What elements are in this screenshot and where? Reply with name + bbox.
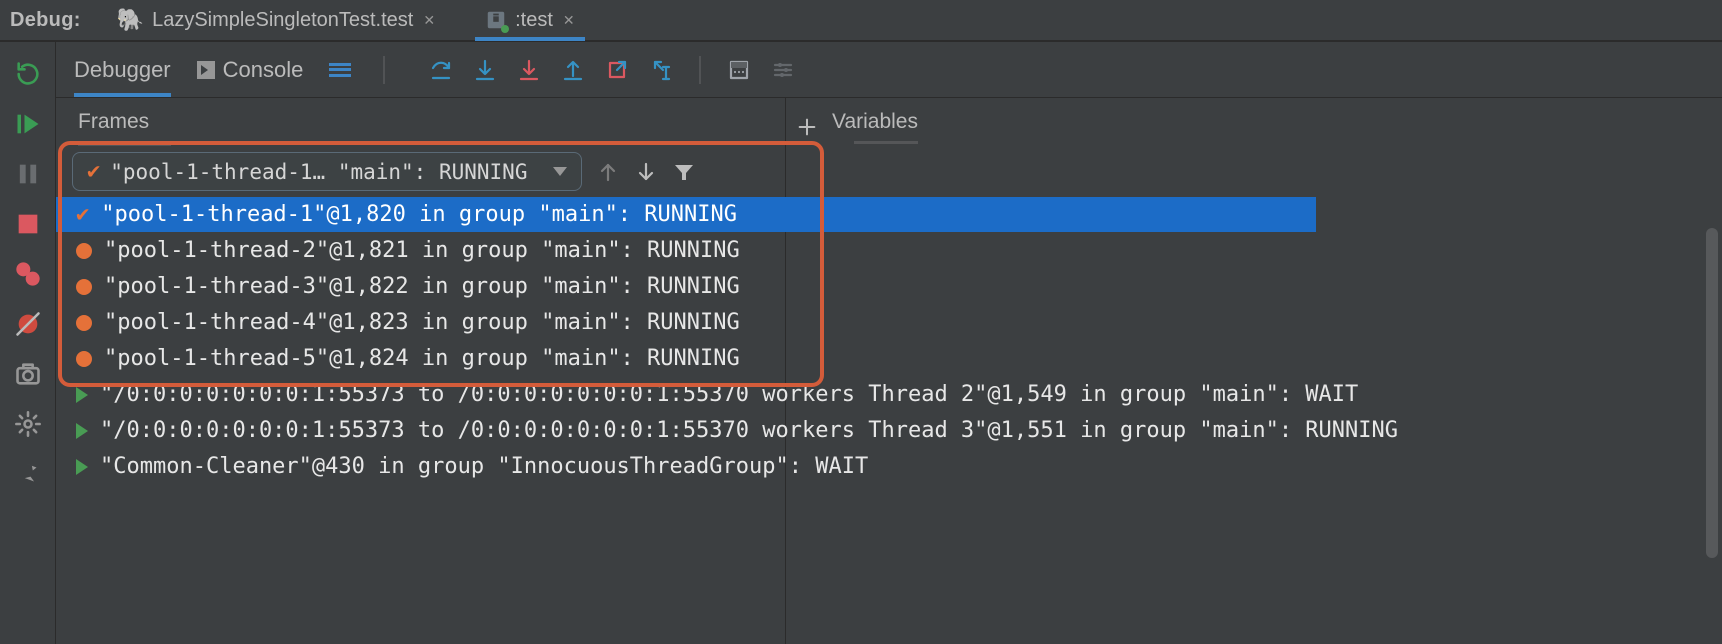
drop-frame-button[interactable] (605, 58, 629, 82)
separator (383, 56, 385, 84)
console-label: Console (223, 57, 304, 83)
console-icon (197, 61, 215, 79)
stop-button[interactable] (14, 210, 42, 238)
step-out-button[interactable] (561, 58, 585, 82)
filter-button[interactable] (672, 160, 696, 184)
run-to-cursor-button[interactable] (649, 58, 673, 82)
view-breakpoints-button[interactable] (14, 260, 42, 288)
variables-title: Variables (832, 110, 918, 144)
tab-debugger[interactable]: Debugger (74, 57, 171, 83)
debug-label: Debug: (10, 9, 81, 32)
tab-label: LazySimpleSingletonTest.test (152, 9, 413, 32)
debug-main: Debugger Console (56, 42, 1722, 644)
debug-gutter (0, 42, 56, 644)
thread-row[interactable]: "pool-1-thread-2"@1,821 in group "main":… (56, 233, 1316, 268)
breakpoint-dot-icon (76, 243, 92, 259)
thread-row[interactable]: ✔ "pool-1-thread-1"@1,820 in group "main"… (56, 197, 1316, 232)
thread-label: "pool-1-thread-2"@1,821 in group "main":… (104, 238, 740, 263)
trace-settings-button[interactable] (771, 58, 795, 82)
thread-list: ✔ "pool-1-thread-1"@1,820 in group "main"… (56, 197, 785, 644)
next-frame-button[interactable] (634, 160, 658, 184)
frames-panel: Frames ✔ "pool-1-thread-1… "main": RUNNI… (56, 98, 786, 644)
panels: Frames ✔ "pool-1-thread-1… "main": RUNNI… (56, 98, 1722, 644)
mute-breakpoints-button[interactable] (14, 310, 42, 338)
thread-row[interactable]: "pool-1-thread-5"@1,824 in group "main":… (56, 341, 1316, 376)
check-icon: ✔ (76, 202, 89, 227)
chevron-down-icon (553, 167, 567, 176)
play-triangle-icon (76, 423, 88, 439)
force-step-into-button[interactable] (517, 58, 541, 82)
thread-row[interactable]: "pool-1-thread-3"@1,822 in group "main":… (56, 269, 1316, 304)
play-triangle-icon (76, 387, 88, 403)
prev-frame-button[interactable] (596, 160, 620, 184)
play-triangle-icon (76, 459, 88, 475)
step-into-button[interactable] (473, 58, 497, 82)
close-icon[interactable]: ✕ (563, 12, 575, 29)
add-watch-button[interactable] (796, 116, 818, 138)
debugger-tabs-row: Debugger Console (56, 42, 1722, 98)
run-config-tab-lazy[interactable]: 🐘 LazySimpleSingletonTest.test ✕ (107, 1, 445, 39)
tab-console[interactable]: Console (197, 57, 304, 83)
close-icon[interactable]: ✕ (423, 12, 435, 29)
thread-label: "/0:0:0:0:0:0:0:1:55373 to /0:0:0:0:0:0:… (100, 418, 1398, 443)
frames-title: Frames (56, 98, 171, 146)
step-over-button[interactable] (429, 58, 453, 82)
thread-selector-row: ✔ "pool-1-thread-1… "main": RUNNING (56, 146, 785, 197)
thread-label: "Common-Cleaner"@430 in group "Innocuous… (100, 454, 868, 479)
run-config-tab-test[interactable]: :test ✕ (475, 1, 585, 39)
scrollbar-thumb[interactable] (1706, 228, 1718, 558)
tab-label: :test (515, 9, 553, 32)
pause-button[interactable] (14, 160, 42, 188)
thread-label: "pool-1-thread-1"@1,820 in group "main":… (101, 202, 737, 227)
thread-label: "pool-1-thread-5"@1,824 in group "main":… (104, 346, 740, 371)
thread-row[interactable]: "/0:0:0:0:0:0:0:1:55373 to /0:0:0:0:0:0:… (56, 413, 1316, 448)
thread-row[interactable]: "Common-Cleaner"@430 in group "Innocuous… (56, 449, 1316, 484)
separator (699, 56, 701, 84)
threads-icon[interactable] (329, 63, 351, 77)
settings-button[interactable] (14, 410, 42, 438)
debug-body: Debugger Console (0, 42, 1722, 644)
resume-button[interactable] (14, 110, 42, 138)
step-toolbar (429, 56, 795, 84)
camera-button[interactable] (14, 360, 42, 388)
thread-selector-text: "pool-1-thread-1… "main": RUNNING (110, 160, 527, 184)
rerun-button[interactable] (14, 60, 42, 88)
gradle-icon (485, 9, 507, 31)
thread-label: "pool-1-thread-4"@1,823 in group "main":… (104, 310, 740, 335)
thread-label: "/0:0:0:0:0:0:0:1:55373 to /0:0:0:0:0:0:… (100, 382, 1358, 407)
breakpoint-dot-icon (76, 279, 92, 295)
evaluate-button[interactable] (727, 58, 751, 82)
thread-label: "pool-1-thread-3"@1,822 in group "main":… (104, 274, 740, 299)
pin-button[interactable] (14, 460, 42, 488)
elephant-icon: 🐘 (117, 7, 144, 33)
check-icon: ✔ (87, 159, 100, 184)
breakpoint-dot-icon (76, 315, 92, 331)
title-bar: Debug: 🐘 LazySimpleSingletonTest.test ✕ … (0, 0, 1722, 42)
thread-row[interactable]: "/0:0:0:0:0:0:0:1:55373 to /0:0:0:0:0:0:… (56, 377, 1316, 412)
thread-selector[interactable]: ✔ "pool-1-thread-1… "main": RUNNING (72, 152, 582, 191)
thread-row[interactable]: "pool-1-thread-4"@1,823 in group "main":… (56, 305, 1316, 340)
breakpoint-dot-icon (76, 351, 92, 367)
